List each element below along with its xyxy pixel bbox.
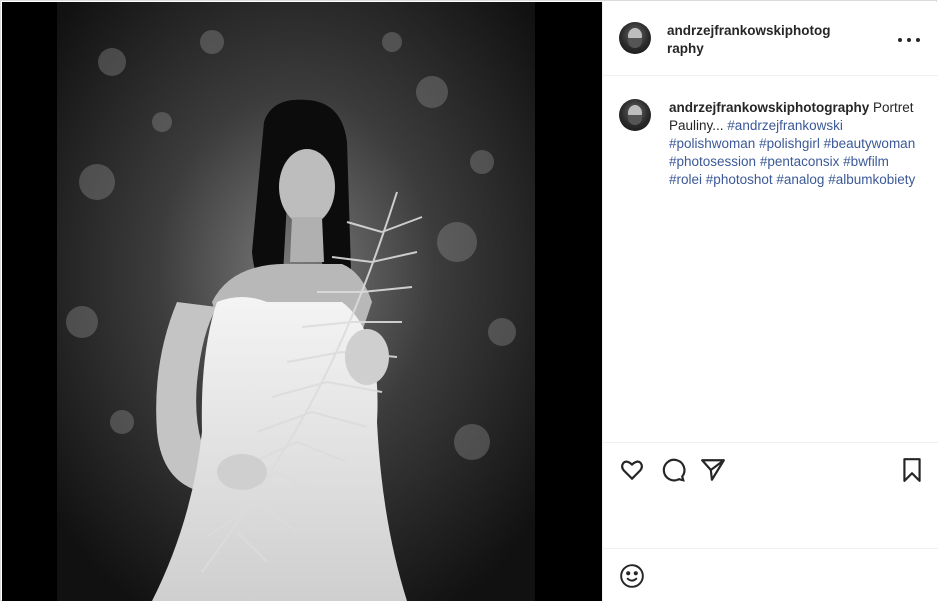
hashtag-link[interactable]: #photosession [669,154,756,169]
hashtag-link[interactable]: #andrzejfrankowski [727,118,843,133]
post-photo[interactable] [2,2,602,601]
author-avatar[interactable] [619,22,651,54]
avatar-beard [628,115,642,125]
caption-area: andrzejfrankowskiphotography Portret Pau… [603,76,938,442]
caption-username-link[interactable]: andrzejfrankowskiphotography [669,100,869,115]
hashtag-link[interactable]: #rolei [669,172,702,187]
dot-icon [907,38,911,42]
post-caption: andrzejfrankowskiphotography Portret Pau… [669,99,921,189]
hashtag-link[interactable]: #albumkobiety [828,172,915,187]
hashtag-link[interactable]: #photoshot [706,172,773,187]
black-white-portrait-image [2,2,602,601]
caption-author-avatar[interactable] [619,99,651,131]
hashtag-link[interactable]: #pentaconsix [760,154,840,169]
post-header: andrzejfrankowskiphotog raphy [603,2,938,76]
author-username-link[interactable]: andrzejfrankowskiphotog raphy [667,22,847,58]
post-actions-bar [603,442,938,548]
hashtag-link[interactable]: #beautywoman [824,136,916,151]
dot-icon [898,38,902,42]
comment-bar [603,548,938,601]
heart-icon[interactable] [619,457,645,483]
comment-icon[interactable] [660,457,686,483]
bookmark-icon[interactable] [899,457,925,483]
instagram-post-frame: andrzejfrankowskiphotog raphy andrzejfra… [0,0,938,601]
hashtag-link[interactable]: #polishgirl [759,136,820,151]
post-side-panel: andrzejfrankowskiphotog raphy andrzejfra… [602,2,938,601]
more-options-icon[interactable] [897,28,921,52]
hashtag-link[interactable]: #bwfilm [843,154,889,169]
username-line-1: andrzejfrankowskiphotog [667,23,831,38]
smiley-icon[interactable] [619,563,645,589]
hashtag-link[interactable]: #analog [776,172,824,187]
hashtag-link[interactable]: #polishwoman [669,136,755,151]
dot-icon [916,38,920,42]
paper-plane-icon[interactable] [700,457,726,483]
username-line-2: raphy [667,41,704,56]
avatar-beard [628,38,642,48]
